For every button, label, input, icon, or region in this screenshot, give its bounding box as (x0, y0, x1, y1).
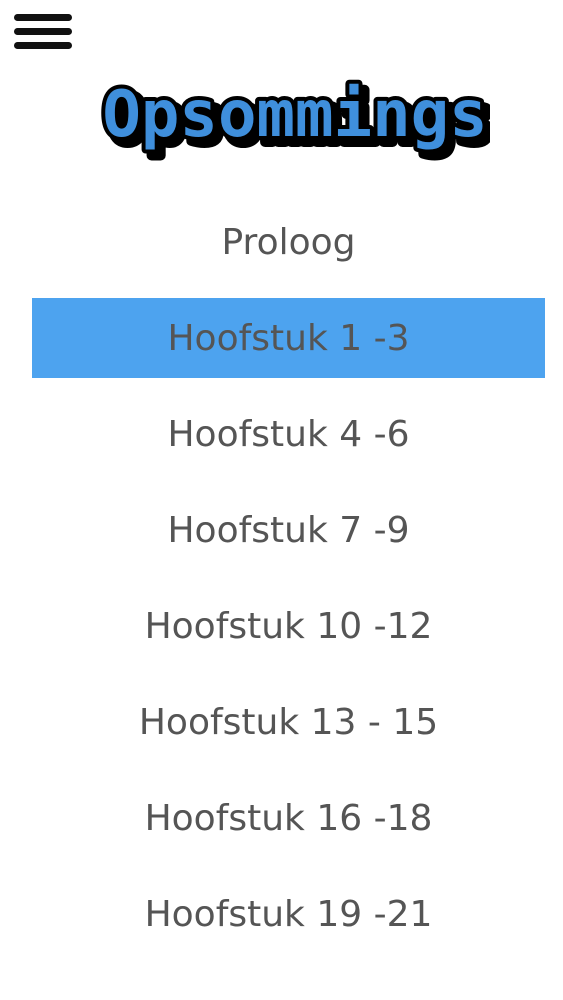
chapter-item-label: Proloog (221, 221, 356, 263)
app-logo: Opsommings Opsommings Opsommings (100, 70, 490, 170)
chapter-item-10-12[interactable]: Hoofstuk 10 -12 (32, 586, 545, 666)
chapter-item-proloog[interactable]: Proloog (32, 202, 545, 282)
chapter-item-label: Hoofstuk 13 - 15 (138, 701, 439, 743)
chapter-item-19-21[interactable]: Hoofstuk 19 -21 (32, 874, 545, 954)
hamburger-menu-icon (14, 42, 72, 49)
chapter-item-label: Hoofstuk 7 -9 (167, 509, 410, 551)
chapter-item-label: Hoofstuk 1 -3 (167, 317, 410, 359)
chapter-item-label: Hoofstuk 4 -6 (167, 413, 410, 455)
chapter-item-1-3[interactable]: Hoofstuk 1 -3 (32, 298, 545, 378)
chapter-item-label: Hoofstuk 10 -12 (144, 605, 433, 647)
chapter-item-13-15[interactable]: Hoofstuk 13 - 15 (32, 682, 545, 762)
chapter-item-7-9[interactable]: Hoofstuk 7 -9 (32, 490, 545, 570)
menu-button[interactable] (12, 12, 74, 52)
hamburger-menu-icon (14, 14, 72, 21)
chapter-item-16-18[interactable]: Hoofstuk 16 -18 (32, 778, 545, 858)
chapter-item-label: Hoofstuk 19 -21 (144, 893, 433, 935)
chapter-item-4-6[interactable]: Hoofstuk 4 -6 (32, 394, 545, 474)
chapter-list: Proloog Hoofstuk 1 -3 Hoofstuk 4 -6 Hoof… (32, 202, 545, 970)
chapter-item-label: Hoofstuk 16 -18 (144, 797, 433, 839)
logo-text: Opsommings (102, 78, 487, 152)
hamburger-menu-icon (14, 28, 72, 35)
